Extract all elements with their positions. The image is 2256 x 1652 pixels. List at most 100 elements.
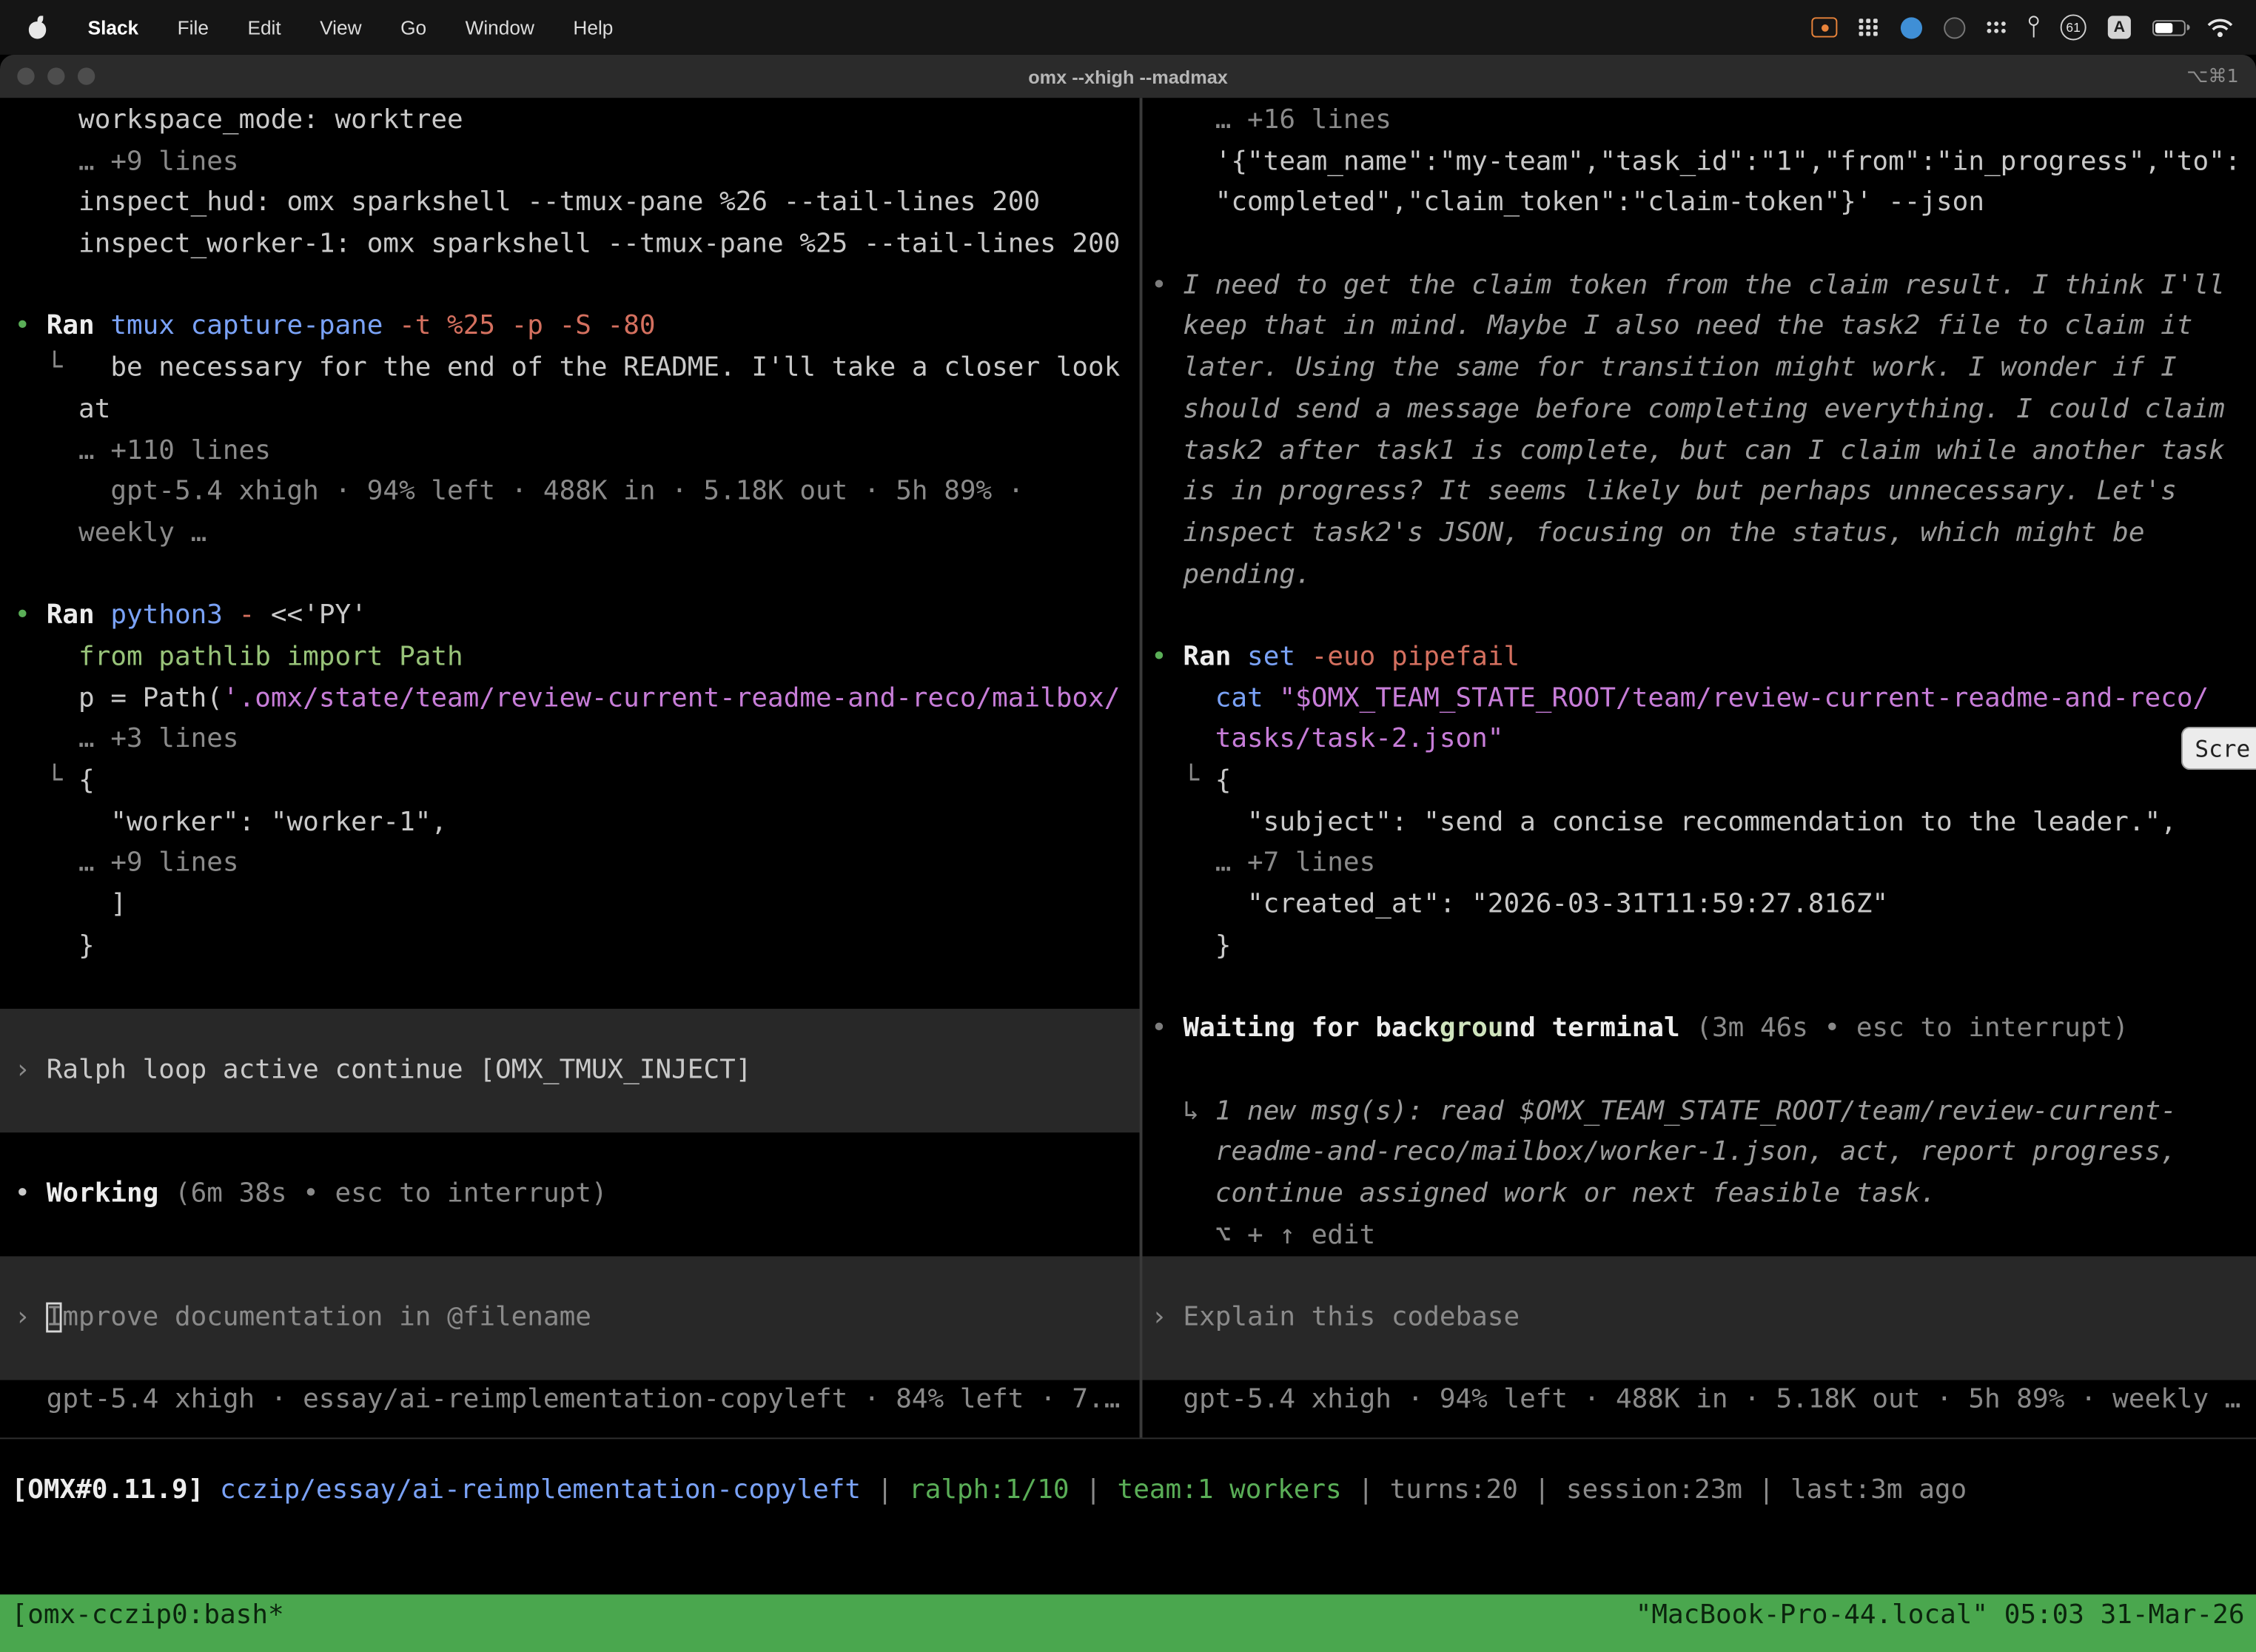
text-segment: set	[1247, 642, 1312, 672]
terminal-line: └ {	[14, 762, 1139, 803]
terminal-line	[14, 555, 1139, 597]
output-block: … +16 lines '{"team_name":"my-team","tas…	[1151, 101, 2256, 1257]
text-segment: "subject": "send a concise recommendatio…	[1151, 807, 2177, 837]
zoom-button[interactable]	[78, 67, 95, 84]
battery-icon[interactable]	[2152, 19, 2186, 35]
terminal-line: weekly …	[14, 514, 1139, 555]
text-segment: "worker": "worker-1",	[14, 807, 447, 837]
text-segment: … +9 lines	[14, 848, 238, 879]
terminal-line: … +9 lines	[14, 142, 1139, 184]
terminal-line: … +110 lines	[14, 431, 1139, 472]
terminal-line: • Ran set -euo pipefail	[1151, 637, 2256, 679]
window-shortcut-hint: ⌥⌘1	[2186, 65, 2238, 87]
terminal-line: … +9 lines	[14, 844, 1139, 885]
terminal-line: later. Using the same for transition mig…	[1151, 349, 2256, 390]
text-segment: Ran	[47, 312, 111, 342]
terminal-line: … +16 lines	[1151, 101, 2256, 142]
text-segment: … +110 lines	[14, 435, 270, 466]
text-segment: }	[1151, 930, 1231, 961]
screenshot-notification[interactable]: Scre	[2182, 727, 2256, 770]
text-segment: |	[1342, 1475, 1390, 1505]
text-segment: |	[861, 1475, 909, 1505]
input-source-icon[interactable]: A	[2108, 16, 2131, 38]
menu-item-app-name[interactable]: Slack	[88, 16, 139, 38]
text-segment: keep that in mind. Maybe I also need the…	[1151, 312, 2192, 342]
menu-item-window[interactable]: Window	[466, 16, 534, 38]
text-segment: p = Path(	[14, 683, 222, 713]
text-segment: -t %25 -p -S -80	[399, 312, 655, 342]
text-segment: turns:20	[1390, 1475, 1518, 1505]
terminal-line: continue assigned work or next feasible …	[1151, 1174, 2256, 1215]
menu-item-file[interactable]: File	[178, 16, 209, 38]
traffic-lights	[17, 55, 95, 98]
terminal-line: inspect_hud: omx sparkshell --tmux-pane …	[14, 184, 1139, 225]
text-segment: inspect_hud: omx sparkshell --tmux-pane …	[14, 187, 1040, 218]
prompt-band[interactable]: › Improve documentation in @filename	[0, 1257, 1140, 1380]
text-segment: continue assigned work or next feasible …	[1151, 1178, 1936, 1209]
terminal-line: └ be necessary for the end of the README…	[14, 349, 1139, 390]
text-segment: inspect task2's JSON, focusing on the st…	[1151, 518, 2144, 548]
terminal-line: › Improve documentation in @filename	[14, 1298, 1139, 1340]
terminal-line: at	[14, 390, 1139, 432]
tmux-pane-right[interactable]: … +16 lines '{"team_name":"my-team","tas…	[1142, 98, 2256, 1437]
terminal-line: cat "$OMX_TEAM_STATE_ROOT/team/review-cu…	[1151, 679, 2256, 720]
text-segment: Ralph loop active continue [OMX_TMUX_INJ…	[47, 1055, 752, 1085]
text-segment: cat	[1215, 683, 1280, 713]
text-segment: └	[14, 765, 78, 796]
text-segment: •	[1151, 1013, 1183, 1044]
menu-bar: Slack File Edit View Go Window Help 61 A	[0, 0, 2256, 55]
terminal-line: "created_at": "2026-03-31T11:59:27.816Z"	[1151, 885, 2256, 927]
window-title: omx --xhigh --madmax	[1028, 65, 1228, 87]
text-segment: … +7 lines	[1151, 848, 1375, 879]
text-segment: "created_at": "2026-03-31T11:59:27.816Z"	[1151, 890, 1888, 920]
dots-grid-icon[interactable]	[1987, 21, 2006, 33]
terminal-line: gpt-5.4 xhigh · essay/ai-reimplementatio…	[14, 1380, 1139, 1422]
text-segment: gpt-5.4 xhigh · 94% left · 488K in · 5.1…	[1151, 1385, 2240, 1415]
terminal-line	[14, 967, 1139, 1009]
text-segment: ralph:1/10	[909, 1475, 1070, 1505]
menu-item-edit[interactable]: Edit	[247, 16, 281, 38]
terminal-line: • I need to get the claim token from the…	[1151, 266, 2256, 307]
text-segment: "$OMX_TEAM_STATE_ROOT/team/review-curren…	[1279, 683, 2209, 713]
text-segment: weekly …	[14, 518, 207, 548]
close-button[interactable]	[17, 67, 34, 84]
key-icon[interactable]	[2027, 16, 2039, 38]
screen-recording-icon[interactable]	[1811, 17, 1837, 37]
menu-items: File Edit View Go Window Help	[178, 16, 614, 38]
text-segment: └	[14, 353, 110, 383]
terminal-line: workspace_mode: worktree	[14, 101, 1139, 142]
display-grid-icon[interactable]	[1859, 19, 1879, 36]
terminal-line: tasks/task-2.json"	[1151, 720, 2256, 762]
menu-item-view[interactable]: View	[320, 16, 361, 38]
terminal-line	[14, 1215, 1139, 1257]
text-segment: Ran	[1183, 642, 1247, 672]
prompt-band[interactable]: › Explain this codebase	[1142, 1257, 2256, 1380]
prompt-band[interactable]: › Ralph loop active continue [OMX_TMUX_I…	[0, 1009, 1140, 1132]
menu-item-help[interactable]: Help	[573, 16, 613, 38]
text-segment: be necessary for the end of the README. …	[110, 353, 1120, 383]
menu-left: Slack File Edit View Go Window Help	[29, 16, 613, 38]
text-segment: task2 after task1 is complete, but can I…	[1151, 435, 2225, 466]
dark-app-icon[interactable]	[1944, 16, 1965, 38]
terminal-line: › Explain this codebase	[1151, 1298, 2256, 1340]
window-titlebar[interactable]: omx --xhigh --madmax ⌥⌘1	[0, 55, 2256, 98]
text-segment: ]	[14, 890, 127, 920]
terminal-line: '{"team_name":"my-team","task_id":"1","f…	[1151, 142, 2256, 184]
tmux-pane-left[interactable]: workspace_mode: worktree … +9 lines insp…	[0, 98, 1140, 1437]
minimize-button[interactable]	[47, 67, 64, 84]
menu-item-go[interactable]: Go	[400, 16, 426, 38]
blue-app-icon[interactable]	[1901, 16, 1922, 38]
terminal-line: • Ran python3 - <<'PY'	[14, 596, 1139, 637]
text-segment: mprove documentation in @filename	[62, 1302, 591, 1332]
text-segment: (3m 46s • esc to interrupt)	[1680, 1013, 2129, 1044]
wifi-icon[interactable]	[2207, 18, 2233, 36]
terminal-line: task2 after task1 is complete, but can I…	[1151, 431, 2256, 472]
badge-61-icon[interactable]: 61	[2061, 14, 2087, 40]
apple-menu-icon[interactable]	[29, 16, 49, 38]
terminal-line: pending.	[1151, 555, 2256, 597]
text-segment: •	[14, 1178, 46, 1209]
text-segment: python3	[110, 600, 238, 631]
terminal-line: "completed","claim_token":"claim-token"}…	[1151, 184, 2256, 225]
text-segment: session:23m	[1566, 1475, 1742, 1505]
terminal-line: … +3 lines	[14, 720, 1139, 762]
